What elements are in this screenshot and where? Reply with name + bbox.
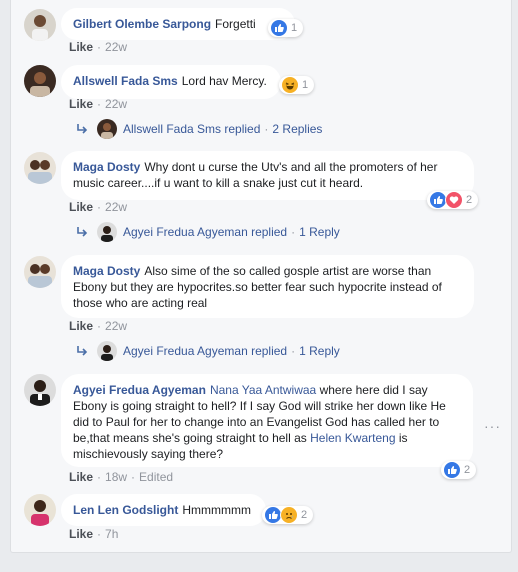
separator: · (97, 200, 102, 214)
reply-avatar (97, 341, 117, 361)
separator: · (97, 527, 102, 541)
view-replies-link[interactable]: Allswell Fada Sms replied · 2 Replies (69, 119, 322, 139)
timestamp[interactable]: 22w (105, 319, 127, 333)
reply-arrow-icon (77, 124, 88, 134)
like-reaction-icon (270, 19, 288, 37)
reply-avatar (97, 222, 117, 242)
avatar[interactable] (24, 152, 56, 184)
sad-reaction-icon (280, 506, 298, 524)
comment-text: Hmmmmmm (182, 503, 251, 517)
reply-author: Agyei Fredua Agyeman replied (123, 344, 288, 358)
reactions-count: 2 (301, 509, 308, 521)
reply-arrow-icon (77, 346, 88, 356)
comment-text: Forgetti (215, 17, 256, 31)
like-link[interactable]: Like (69, 527, 93, 541)
like-link[interactable]: Like (69, 97, 93, 111)
like-link[interactable]: Like (69, 40, 93, 54)
commenter-name[interactable]: Gilbert Olembe Sarpong (73, 17, 211, 31)
comment-bubble: Agyei Fredua Agyeman Nana Yaa Antwiwaa wh… (61, 374, 473, 467)
avatar[interactable] (24, 65, 56, 97)
separator: · (97, 319, 102, 333)
reactions-count: 1 (291, 22, 298, 34)
separator: · (291, 344, 296, 358)
separator: · (264, 122, 269, 136)
comment-actions: Like · 18w · Edited (69, 470, 173, 484)
avatar[interactable] (24, 374, 56, 406)
haha-reaction-icon (281, 76, 299, 94)
separator: · (291, 225, 296, 239)
comment-actions: Like · 22w (69, 97, 127, 111)
view-replies-link[interactable]: Agyei Fredua Agyeman replied · 1 Reply (69, 341, 340, 361)
timestamp[interactable]: 18w (105, 470, 127, 484)
timestamp[interactable]: 7h (105, 527, 118, 541)
avatar[interactable] (24, 256, 56, 288)
view-replies-link[interactable]: Agyei Fredua Agyeman replied · 1 Reply (69, 222, 340, 242)
avatar[interactable] (24, 9, 56, 41)
comment-bubble: Maga Dosty Why dont u curse the Utv's and… (61, 151, 474, 200)
reactions-badge[interactable]: 2 (441, 461, 477, 479)
commenter-name[interactable]: Maga Dosty (73, 264, 140, 278)
timestamp[interactable]: 22w (105, 40, 127, 54)
reactions-count: 2 (466, 194, 473, 206)
timestamp[interactable]: 22w (105, 200, 127, 214)
comment-actions: Like · 22w (69, 319, 127, 333)
reactions-count: 2 (464, 464, 471, 476)
separator: · (97, 470, 102, 484)
reply-count: 1 Reply (299, 344, 340, 358)
reactions-count: 1 (302, 79, 309, 91)
more-options-icon[interactable]: ··· (484, 418, 501, 434)
comment-bubble: Maga Dosty Also sime of the so called gos… (61, 255, 474, 318)
commenter-name[interactable]: Len Len Godslight (73, 503, 178, 517)
comment-bubble: Allswell Fada Sms Lord hav Mercy. (61, 65, 281, 99)
commenter-name[interactable]: Maga Dosty (73, 160, 140, 174)
love-reaction-icon (445, 191, 463, 209)
like-link[interactable]: Like (69, 319, 93, 333)
like-link[interactable]: Like (69, 200, 93, 214)
commenter-name[interactable]: Agyei Fredua Agyeman (73, 383, 206, 397)
separator: · (97, 97, 102, 111)
reply-arrow-icon (77, 227, 88, 237)
like-reaction-icon (443, 461, 461, 479)
reply-count: 1 Reply (299, 225, 340, 239)
commenter-name[interactable]: Allswell Fada Sms (73, 74, 178, 88)
comment-bubble: Gilbert Olembe Sarpong Forgetti (61, 8, 295, 40)
comment-actions: Like · 22w (69, 40, 127, 54)
comment-actions: Like · 7h (69, 527, 118, 541)
reply-count: 2 Replies (272, 122, 323, 136)
timestamp[interactable]: 22w (105, 97, 127, 111)
mention-link[interactable]: Helen Kwarteng (310, 431, 395, 445)
reply-author: Agyei Fredua Agyeman replied (123, 225, 288, 239)
avatar[interactable] (24, 494, 56, 526)
comment-actions: Like · 22w (69, 200, 127, 214)
reply-author: Allswell Fada Sms replied (123, 122, 261, 136)
reactions-badge[interactable]: 2 (427, 191, 479, 209)
reactions-badge[interactable]: 1 (279, 76, 315, 94)
reactions-badge[interactable]: 1 (268, 19, 304, 37)
separator: · (97, 40, 102, 54)
reactions-badge[interactable]: 2 (262, 506, 314, 524)
comment-bubble: Len Len Godslight Hmmmmmm (61, 494, 266, 526)
edited-label[interactable]: Edited (139, 470, 173, 484)
reply-avatar (97, 119, 117, 139)
comment-text: Lord hav Mercy. (181, 74, 267, 88)
like-link[interactable]: Like (69, 470, 93, 484)
mention-link[interactable]: Nana Yaa Antwiwaa (210, 383, 316, 397)
separator: · (131, 470, 136, 484)
